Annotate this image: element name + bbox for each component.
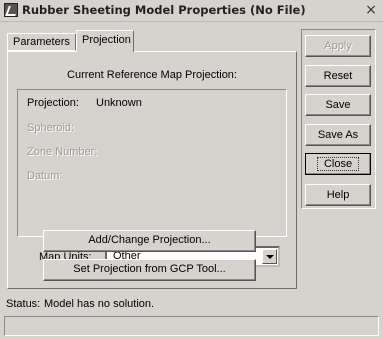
set-projection-from-gcp-button[interactable]: Set Projection from GCP Tool...: [43, 259, 256, 281]
status-message: Model has no solution.: [44, 298, 155, 310]
tab-projection[interactable]: Projection: [76, 30, 134, 52]
status-label: Status:: [6, 298, 41, 310]
reference-projection-heading: Current Reference Map Projection:: [67, 69, 237, 81]
projection-info-group: Projection: Unknown Spheroid: Zone Numbe…: [17, 89, 287, 237]
spheroid-label: Spheroid:: [27, 122, 75, 134]
save-as-button[interactable]: Save As: [305, 124, 371, 146]
dialog-window: Rubber Sheeting Model Properties (No Fil…: [0, 0, 383, 339]
close-window-button[interactable]: ×: [363, 1, 379, 19]
close-button[interactable]: Close: [305, 153, 371, 175]
projection-value: Unknown: [96, 97, 142, 109]
zone-number-label: Zone Number:: [27, 146, 98, 158]
add-change-projection-button[interactable]: Add/Change Projection...: [43, 230, 256, 252]
projection-panel: Current Reference Map Projection: Projec…: [7, 51, 297, 289]
close-button-label: Close: [316, 157, 360, 171]
status-bar: [4, 316, 379, 336]
tab-parameters[interactable]: Parameters: [7, 33, 76, 51]
help-button[interactable]: Help: [305, 184, 371, 206]
window-title: Rubber Sheeting Model Properties (No Fil…: [22, 3, 306, 17]
chevron-down-icon[interactable]: [262, 249, 277, 264]
title-bar[interactable]: Rubber Sheeting Model Properties (No Fil…: [0, 0, 383, 22]
apply-button[interactable]: Apply: [305, 35, 371, 57]
datum-label: Datum:: [27, 170, 63, 182]
app-icon: [4, 3, 18, 17]
projection-label: Projection:: [27, 97, 79, 109]
reset-button[interactable]: Reset: [305, 65, 371, 87]
save-button[interactable]: Save: [305, 94, 371, 116]
